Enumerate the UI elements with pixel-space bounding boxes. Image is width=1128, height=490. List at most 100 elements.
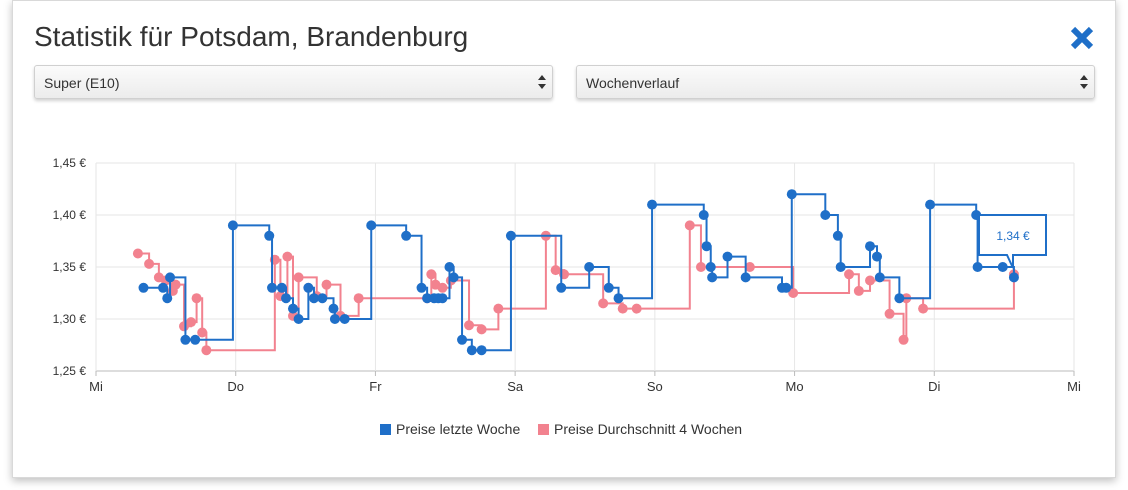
data-point: [466, 345, 477, 356]
data-point: [695, 262, 706, 272]
data-point: [457, 334, 468, 345]
data-point: [444, 262, 455, 272]
data-point: [339, 314, 350, 324]
data-point: [872, 251, 883, 262]
data-point: [293, 272, 304, 283]
data-point: [158, 282, 169, 293]
data-point: [722, 251, 733, 262]
data-point: [264, 230, 275, 241]
legend-label: Preise Durchschnitt 4 Wochen: [554, 421, 742, 437]
data-point: [598, 298, 609, 309]
data-point: [162, 293, 173, 304]
data-point: [835, 262, 846, 272]
data-point: [287, 303, 298, 314]
data-point: [180, 334, 191, 345]
data-point: [165, 272, 176, 283]
data-point: [329, 314, 340, 324]
y-tick-label: 1,45 €: [53, 156, 87, 170]
data-point: [328, 303, 339, 314]
price-tooltip: 1,34 €: [978, 214, 1047, 269]
data-point: [925, 199, 936, 210]
data-point: [366, 220, 377, 231]
data-point: [448, 272, 459, 283]
data-point: [613, 293, 624, 304]
data-point: [884, 308, 895, 319]
x-tick-label: Fr: [369, 379, 382, 394]
data-point: [317, 293, 328, 304]
legend-swatch: [380, 424, 391, 435]
x-tick-label: Mi: [89, 379, 103, 394]
legend-item: Preise letzte Woche: [380, 421, 520, 437]
data-point: [276, 282, 287, 293]
legend-label: Preise letzte Woche: [396, 421, 520, 437]
data-point: [293, 314, 304, 324]
data-point: [698, 210, 709, 220]
data-point: [282, 251, 293, 262]
data-point: [476, 324, 487, 335]
data-point: [227, 220, 238, 231]
data-point: [701, 241, 712, 252]
data-point: [401, 230, 412, 241]
y-tick-label: 1,40 €: [53, 208, 87, 222]
data-point: [321, 279, 332, 290]
y-tick-label: 1,35 €: [53, 260, 87, 274]
data-point: [997, 262, 1008, 272]
data-point: [132, 248, 143, 259]
data-point: [201, 345, 212, 356]
data-point: [832, 230, 843, 241]
data-point: [705, 262, 716, 272]
data-point: [267, 282, 278, 293]
data-point: [707, 272, 718, 283]
y-tick-label: 1,25 €: [53, 364, 87, 378]
data-point: [186, 317, 197, 328]
data-point: [505, 230, 516, 241]
data-point: [144, 258, 155, 269]
data-point: [476, 345, 487, 356]
data-point: [684, 220, 695, 231]
legend-item: Preise Durchschnitt 4 Wochen: [538, 421, 742, 437]
data-point: [353, 293, 364, 304]
x-tick-label: Do: [227, 379, 244, 394]
data-point: [740, 272, 751, 283]
data-point: [631, 303, 642, 314]
data-point: [437, 293, 448, 304]
data-point: [603, 282, 614, 293]
data-point: [426, 269, 437, 280]
data-point: [138, 282, 149, 293]
data-point: [894, 293, 905, 304]
data-point: [197, 327, 208, 338]
data-point: [781, 282, 792, 293]
data-point: [874, 272, 885, 283]
data-point: [898, 334, 909, 345]
x-tick-label: Sa: [507, 379, 524, 394]
data-point: [865, 275, 876, 286]
data-point: [647, 199, 658, 210]
data-point: [865, 241, 876, 252]
data-point: [437, 282, 448, 293]
x-tick-label: Mo: [786, 379, 804, 394]
y-tick-label: 1,30 €: [53, 312, 87, 326]
data-point: [281, 293, 292, 304]
tooltip-value: 1,34 €: [996, 229, 1030, 243]
data-point: [820, 210, 831, 220]
data-point: [617, 303, 628, 314]
data-point: [556, 282, 567, 293]
data-point: [191, 293, 202, 304]
data-point: [853, 285, 864, 296]
data-point: [303, 282, 314, 293]
x-tick-label: So: [647, 379, 663, 394]
x-tick-label: Mi: [1067, 379, 1081, 394]
data-point: [972, 262, 983, 272]
data-point: [1008, 272, 1019, 283]
data-point: [190, 334, 201, 345]
data-point: [464, 320, 475, 331]
legend-swatch: [538, 424, 549, 435]
data-point: [493, 303, 504, 314]
data-point: [584, 262, 595, 272]
data-point: [918, 303, 929, 314]
x-tick-label: Di: [928, 379, 940, 394]
data-point: [416, 282, 427, 293]
data-point: [786, 189, 797, 200]
price-chart: 1,25 € 1,30 € 1,35 € 1,40 € 1,45 € Mi Do Fr Sa So…: [53, 156, 1081, 437]
data-point: [844, 269, 855, 280]
